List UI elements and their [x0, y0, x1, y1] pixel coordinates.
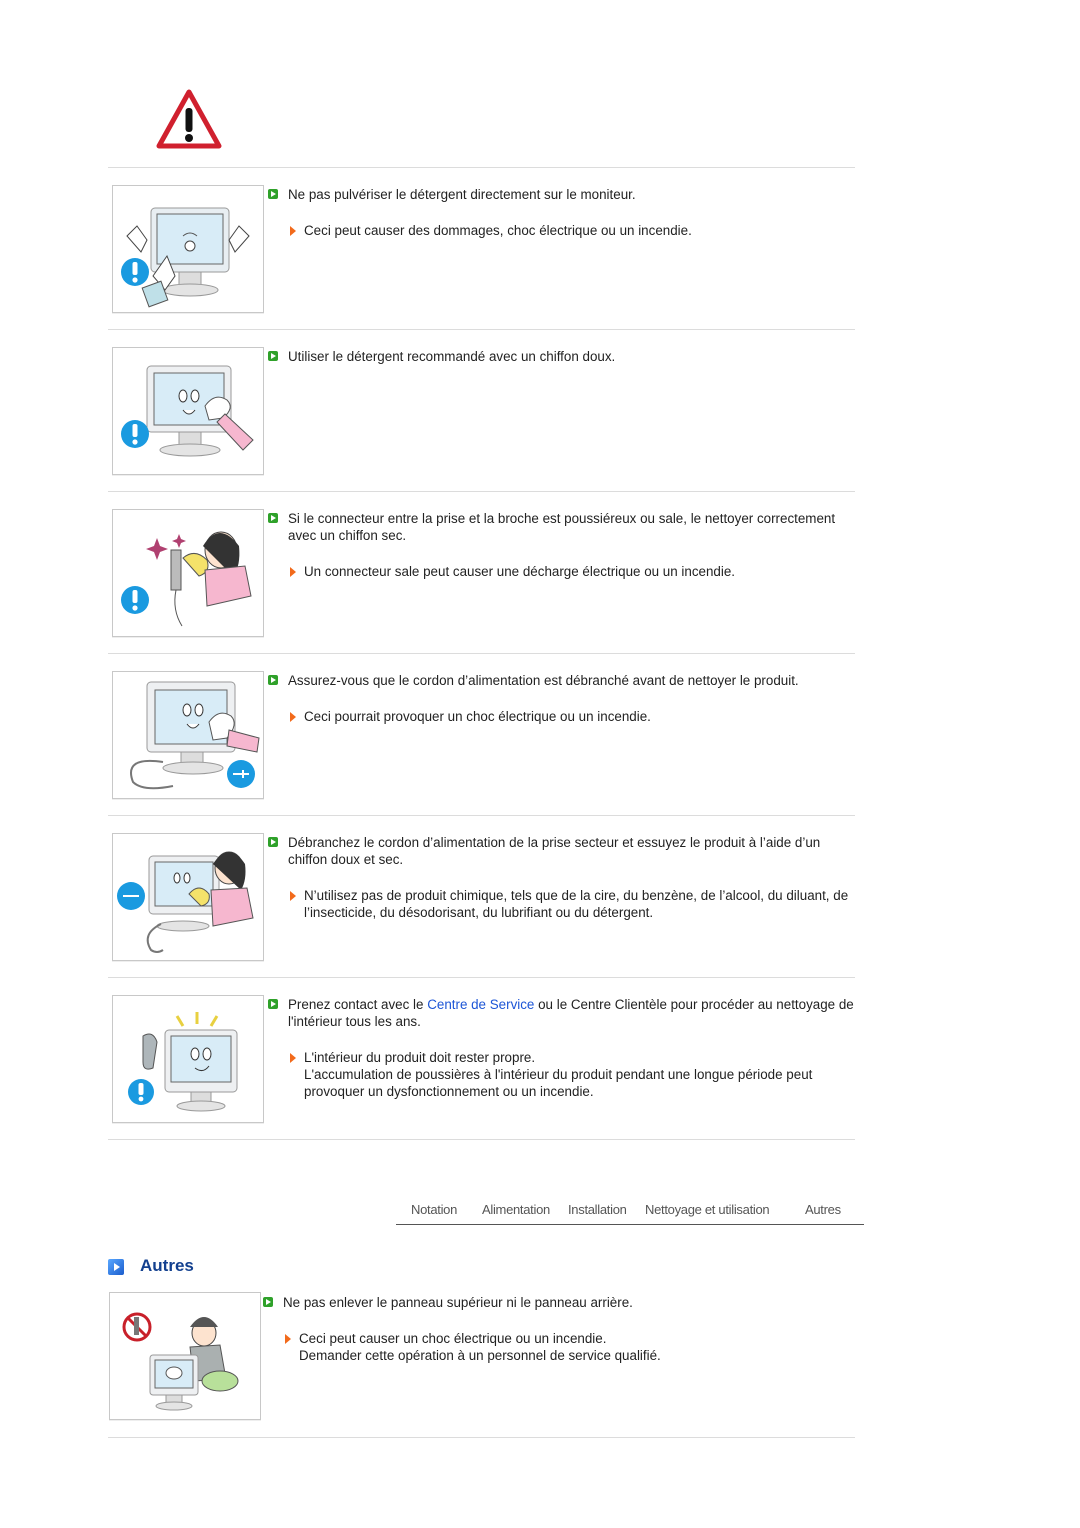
item-main-text: Assurez-vous que le cordon d’alimentatio…	[288, 673, 799, 688]
orange-arrow-icon	[290, 891, 296, 901]
monitor-spray-prohibited-illustration	[112, 185, 264, 313]
green-bullet-icon	[268, 999, 278, 1009]
item-main-text: Ne pas pulvériser le détergent directeme…	[288, 187, 636, 202]
monitor-unplugged-cleaning-illustration	[112, 671, 264, 799]
green-bullet-icon	[268, 189, 278, 199]
list-item: Assurez-vous que le cordon d’alimentatio…	[268, 672, 858, 725]
nav-underline	[396, 1224, 864, 1225]
item-sub-text: Ceci pourrait provoquer un choc électriq…	[304, 709, 651, 724]
list-item: Ne pas enlever le panneau supérieur ni l…	[263, 1294, 853, 1364]
orange-arrow-icon	[290, 712, 296, 722]
divider	[108, 1437, 855, 1438]
divider	[108, 977, 855, 978]
green-bullet-icon	[268, 513, 278, 523]
section-nav: Notation Alimentation Installation Netto…	[396, 1198, 864, 1222]
list-item: Si le connecteur entre la prise et la br…	[268, 510, 858, 580]
item-main-text: Utiliser le détergent recommandé avec un…	[288, 349, 616, 364]
item-sub-text: Ceci peut causer un choc électrique ou u…	[299, 1331, 607, 1346]
section-arrow-icon	[108, 1259, 124, 1275]
unplug-wipe-illustration	[112, 833, 264, 961]
list-item: Ne pas pulvériser le détergent directeme…	[268, 186, 858, 239]
divider	[108, 329, 855, 330]
item-main-text: Débranchez le cordon d’alimentation de l…	[288, 835, 821, 867]
green-bullet-icon	[268, 351, 278, 361]
item-sub-text: Ceci peut causer des dommages, choc élec…	[304, 223, 692, 238]
monitor-soft-cloth-illustration	[112, 347, 264, 475]
orange-arrow-icon	[285, 1334, 291, 1344]
list-item: Utiliser le détergent recommandé avec un…	[268, 348, 858, 365]
divider	[108, 167, 855, 168]
green-bullet-icon	[268, 837, 278, 847]
green-bullet-icon	[263, 1297, 273, 1307]
tab-notation[interactable]: Notation	[411, 1202, 457, 1217]
item-sub-text: N’utilisez pas de produit chimique, tels…	[304, 888, 849, 920]
divider	[108, 1139, 855, 1140]
tab-alimentation[interactable]: Alimentation	[482, 1202, 550, 1217]
item-main-text: Si le connecteur entre la prise et la br…	[288, 511, 836, 543]
orange-arrow-icon	[290, 567, 296, 577]
list-item: Débranchez le cordon d’alimentation de l…	[268, 834, 858, 921]
orange-arrow-icon	[290, 226, 296, 236]
service-center-phone-illustration	[112, 995, 264, 1123]
item-sub-text: Un connecteur sale peut causer une décha…	[304, 564, 736, 579]
section-title: Autres	[140, 1256, 194, 1275]
green-bullet-icon	[268, 675, 278, 685]
item-main-text: Ne pas enlever le panneau supérieur ni l…	[283, 1295, 633, 1310]
item-main-text: Prenez contact avec le	[288, 997, 428, 1012]
service-center-link[interactable]: Centre de Service	[427, 997, 534, 1012]
plug-cleaning-illustration	[112, 509, 264, 637]
item-sub-text: Demander cette opération à un personnel …	[299, 1348, 661, 1363]
divider	[108, 653, 855, 654]
tab-installation[interactable]: Installation	[568, 1202, 627, 1217]
divider	[108, 815, 855, 816]
orange-arrow-icon	[290, 1053, 296, 1063]
item-sub-text: L'accumulation de poussières à l'intérie…	[304, 1067, 813, 1099]
item-sub-text: L'intérieur du produit doit rester propr…	[304, 1050, 536, 1065]
tab-nettoyage[interactable]: Nettoyage et utilisation	[645, 1202, 770, 1217]
tab-autres[interactable]: Autres	[805, 1202, 841, 1217]
list-item: Prenez contact avec le Centre de Service…	[268, 996, 858, 1100]
divider	[108, 491, 855, 492]
do-not-disassemble-illustration	[109, 1292, 261, 1420]
warning-triangle-icon	[155, 88, 223, 150]
